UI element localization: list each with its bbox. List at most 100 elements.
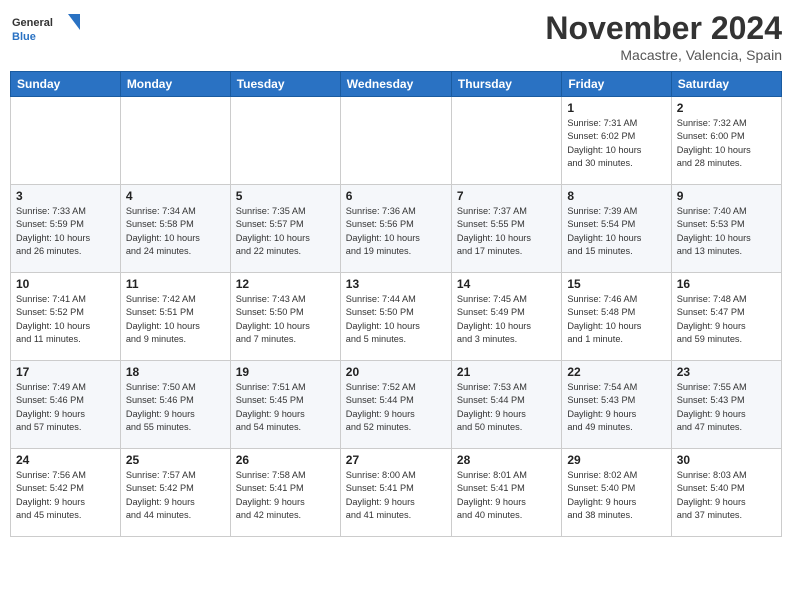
calendar-cell: 5Sunrise: 7:35 AM Sunset: 5:57 PM Daylig… xyxy=(230,185,340,273)
calendar-cell: 23 Sunrise: 7:55 AM Sunset: 5:43 PM Dayli… xyxy=(671,361,781,449)
day-number: 10 xyxy=(16,277,115,291)
day-number: 30 xyxy=(677,453,776,467)
svg-text:General: General xyxy=(12,17,53,29)
day-info: Sunrise: 7:42 AM Sunset: 5:51 PM Dayligh… xyxy=(126,293,225,346)
day-info: Sunrise: 7:51 AM Sunset: 5:45 PM Dayligh… xyxy=(236,381,335,434)
day-info: Sunrise: 7:34 AM Sunset: 5:58 PM Dayligh… xyxy=(126,205,225,258)
calendar-cell xyxy=(120,97,230,185)
calendar-cell: 14 Sunrise: 7:45 AM Sunset: 5:49 PM Dayli… xyxy=(451,273,561,361)
calendar-week-5: 24Sunrise: 7:56 AM Sunset: 5:42 PM Dayli… xyxy=(11,449,782,537)
calendar-week-4: 17Sunrise: 7:49 AM Sunset: 5:46 PM Dayli… xyxy=(11,361,782,449)
day-number: 16 xyxy=(677,277,776,291)
logo: General Blue xyxy=(10,10,84,51)
day-info: Sunrise: 7:54 AM Sunset: 5:43 PM Dayligh… xyxy=(567,381,665,434)
weekday-header-wednesday: Wednesday xyxy=(340,72,451,97)
day-number: 2 xyxy=(677,101,776,115)
calendar-cell xyxy=(230,97,340,185)
calendar-header-row: SundayMondayTuesdayWednesdayThursdayFrid… xyxy=(11,72,782,97)
calendar-cell: 6 Sunrise: 7:36 AM Sunset: 5:56 PM Daylig… xyxy=(340,185,451,273)
calendar-cell xyxy=(451,97,561,185)
calendar-cell: 7 Sunrise: 7:37 AM Sunset: 5:55 PM Daylig… xyxy=(451,185,561,273)
weekday-header-sunday: Sunday xyxy=(11,72,121,97)
calendar-cell: 19 Sunrise: 7:51 AM Sunset: 5:45 PM Dayli… xyxy=(230,361,340,449)
day-number: 7 xyxy=(457,189,556,203)
calendar-cell: 15 Sunrise: 7:46 AM Sunset: 5:48 PM Dayli… xyxy=(562,273,671,361)
day-number: 13 xyxy=(346,277,446,291)
calendar-cell: 17Sunrise: 7:49 AM Sunset: 5:46 PM Dayli… xyxy=(11,361,121,449)
day-info: Sunrise: 7:32 AM Sunset: 6:00 PM Dayligh… xyxy=(677,117,776,170)
calendar-cell: 16 Sunrise: 7:48 AM Sunset: 5:47 PM Dayli… xyxy=(671,273,781,361)
calendar-cell: 26Sunrise: 7:58 AM Sunset: 5:41 PM Dayli… xyxy=(230,449,340,537)
weekday-header-saturday: Saturday xyxy=(671,72,781,97)
day-number: 25 xyxy=(126,453,225,467)
day-number: 9 xyxy=(677,189,776,203)
day-info: Sunrise: 7:50 AM Sunset: 5:46 PM Dayligh… xyxy=(126,381,225,434)
calendar-week-1: 1 Sunrise: 7:31 AM Sunset: 6:02 PM Daylig… xyxy=(11,97,782,185)
calendar-cell: 8 Sunrise: 7:39 AM Sunset: 5:54 PM Daylig… xyxy=(562,185,671,273)
calendar-cell: 30 Sunrise: 8:03 AM Sunset: 5:40 PM Dayli… xyxy=(671,449,781,537)
title-block: November 2024 Macastre, Valencia, Spain xyxy=(545,10,782,63)
day-info: Sunrise: 7:48 AM Sunset: 5:47 PM Dayligh… xyxy=(677,293,776,346)
calendar-week-2: 3 Sunrise: 7:33 AM Sunset: 5:59 PM Daylig… xyxy=(11,185,782,273)
calendar-cell: 28 Sunrise: 8:01 AM Sunset: 5:41 PM Dayli… xyxy=(451,449,561,537)
calendar-cell: 2 Sunrise: 7:32 AM Sunset: 6:00 PM Daylig… xyxy=(671,97,781,185)
day-info: Sunrise: 7:55 AM Sunset: 5:43 PM Dayligh… xyxy=(677,381,776,434)
day-number: 19 xyxy=(236,365,335,379)
calendar-cell: 12 Sunrise: 7:43 AM Sunset: 5:50 PM Dayli… xyxy=(230,273,340,361)
calendar-cell: 18Sunrise: 7:50 AM Sunset: 5:46 PM Dayli… xyxy=(120,361,230,449)
calendar-cell: 22Sunrise: 7:54 AM Sunset: 5:43 PM Dayli… xyxy=(562,361,671,449)
day-info: Sunrise: 7:40 AM Sunset: 5:53 PM Dayligh… xyxy=(677,205,776,258)
day-number: 12 xyxy=(236,277,335,291)
day-info: Sunrise: 7:33 AM Sunset: 5:59 PM Dayligh… xyxy=(16,205,115,258)
day-info: Sunrise: 7:31 AM Sunset: 6:02 PM Dayligh… xyxy=(567,117,665,170)
day-number: 28 xyxy=(457,453,556,467)
day-info: Sunrise: 7:57 AM Sunset: 5:42 PM Dayligh… xyxy=(126,469,225,522)
calendar-cell: 9 Sunrise: 7:40 AM Sunset: 5:53 PM Daylig… xyxy=(671,185,781,273)
day-number: 23 xyxy=(677,365,776,379)
calendar-week-3: 10 Sunrise: 7:41 AM Sunset: 5:52 PM Dayli… xyxy=(11,273,782,361)
calendar-cell: 21 Sunrise: 7:53 AM Sunset: 5:44 PM Dayli… xyxy=(451,361,561,449)
day-info: Sunrise: 8:01 AM Sunset: 5:41 PM Dayligh… xyxy=(457,469,556,522)
day-number: 4 xyxy=(126,189,225,203)
svg-text:Blue: Blue xyxy=(12,31,36,43)
day-info: Sunrise: 8:00 AM Sunset: 5:41 PM Dayligh… xyxy=(346,469,446,522)
day-info: Sunrise: 7:35 AM Sunset: 5:57 PM Dayligh… xyxy=(236,205,335,258)
day-number: 3 xyxy=(16,189,115,203)
calendar-table: SundayMondayTuesdayWednesdayThursdayFrid… xyxy=(10,71,782,537)
day-number: 21 xyxy=(457,365,556,379)
day-number: 1 xyxy=(567,101,665,115)
day-number: 27 xyxy=(346,453,446,467)
day-info: Sunrise: 8:02 AM Sunset: 5:40 PM Dayligh… xyxy=(567,469,665,522)
day-number: 6 xyxy=(346,189,446,203)
day-info: Sunrise: 7:58 AM Sunset: 5:41 PM Dayligh… xyxy=(236,469,335,522)
day-number: 11 xyxy=(126,277,225,291)
calendar-cell: 4 Sunrise: 7:34 AM Sunset: 5:58 PM Daylig… xyxy=(120,185,230,273)
day-info: Sunrise: 7:53 AM Sunset: 5:44 PM Dayligh… xyxy=(457,381,556,434)
day-number: 20 xyxy=(346,365,446,379)
day-info: Sunrise: 7:44 AM Sunset: 5:50 PM Dayligh… xyxy=(346,293,446,346)
day-info: Sunrise: 7:46 AM Sunset: 5:48 PM Dayligh… xyxy=(567,293,665,346)
day-number: 15 xyxy=(567,277,665,291)
day-info: Sunrise: 7:39 AM Sunset: 5:54 PM Dayligh… xyxy=(567,205,665,258)
calendar-cell: 20Sunrise: 7:52 AM Sunset: 5:44 PM Dayli… xyxy=(340,361,451,449)
day-info: Sunrise: 7:43 AM Sunset: 5:50 PM Dayligh… xyxy=(236,293,335,346)
weekday-header-friday: Friday xyxy=(562,72,671,97)
calendar-cell: 13 Sunrise: 7:44 AM Sunset: 5:50 PM Dayli… xyxy=(340,273,451,361)
day-number: 8 xyxy=(567,189,665,203)
day-info: Sunrise: 7:37 AM Sunset: 5:55 PM Dayligh… xyxy=(457,205,556,258)
calendar-cell: 3 Sunrise: 7:33 AM Sunset: 5:59 PM Daylig… xyxy=(11,185,121,273)
weekday-header-tuesday: Tuesday xyxy=(230,72,340,97)
day-number: 14 xyxy=(457,277,556,291)
calendar-cell: 1 Sunrise: 7:31 AM Sunset: 6:02 PM Daylig… xyxy=(562,97,671,185)
calendar-cell: 27 Sunrise: 8:00 AM Sunset: 5:41 PM Dayli… xyxy=(340,449,451,537)
day-info: Sunrise: 7:41 AM Sunset: 5:52 PM Dayligh… xyxy=(16,293,115,346)
calendar-cell xyxy=(340,97,451,185)
calendar-cell: 10 Sunrise: 7:41 AM Sunset: 5:52 PM Dayli… xyxy=(11,273,121,361)
day-info: Sunrise: 7:56 AM Sunset: 5:42 PM Dayligh… xyxy=(16,469,115,522)
page-header: General Blue November 2024 Macastre, Val… xyxy=(10,10,782,63)
day-info: Sunrise: 7:45 AM Sunset: 5:49 PM Dayligh… xyxy=(457,293,556,346)
day-info: Sunrise: 7:36 AM Sunset: 5:56 PM Dayligh… xyxy=(346,205,446,258)
day-info: Sunrise: 8:03 AM Sunset: 5:40 PM Dayligh… xyxy=(677,469,776,522)
weekday-header-thursday: Thursday xyxy=(451,72,561,97)
day-number: 29 xyxy=(567,453,665,467)
